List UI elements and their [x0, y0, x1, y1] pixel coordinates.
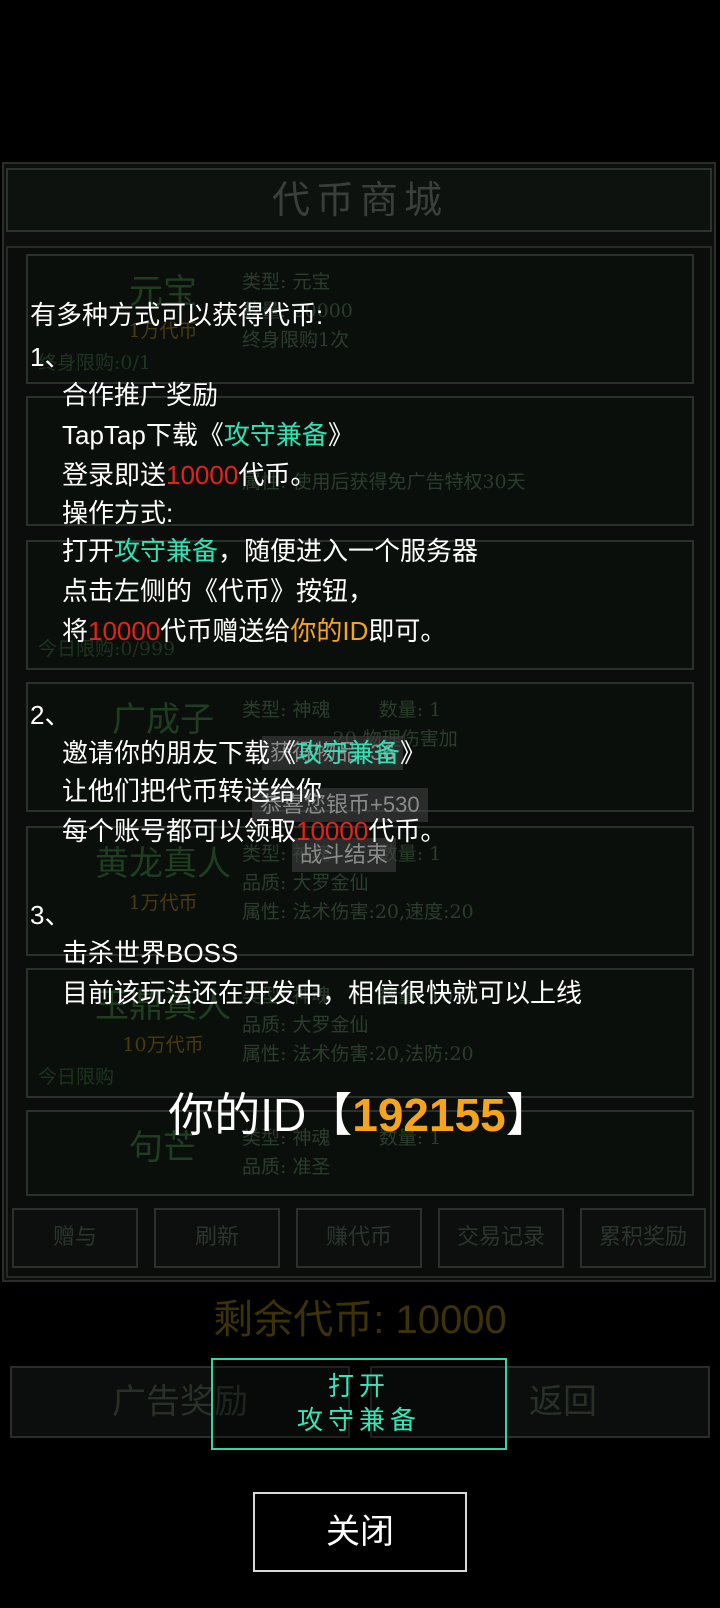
open-game-button[interactable]: 打开 攻守兼备 — [211, 1358, 507, 1450]
method-3-status: 目前该玩法还在开发中，相信很快就可以上线 — [62, 978, 583, 1008]
close-button[interactable]: 关闭 — [253, 1492, 467, 1572]
method-3-number: 3、 — [30, 900, 71, 930]
earn-tokens-dialog: 有多种方式可以获得代币: 1、 合作推广奖励 TapTap下载《攻守兼备》 登录… — [0, 0, 720, 1608]
method-2-number: 2、 — [30, 700, 71, 730]
method-1-step-gift: 将10000代币赠送给你的ID即可。 — [62, 616, 447, 646]
player-id-display: 你的ID【192155】 — [168, 1089, 552, 1141]
method-1-title: 合作推广奖励 — [62, 380, 219, 410]
method-1-how-to: 操作方式: — [62, 498, 174, 528]
method-2-transfer: 让他们把代币转送给你 — [62, 776, 323, 806]
method-2-invite: 邀请你的朋友下载《攻守兼备》 — [62, 738, 427, 768]
method-1-step-click: 点击左侧的《代币》按钮， — [62, 576, 375, 606]
method-1-number: 1、 — [30, 342, 71, 372]
method-2-claim: 每个账号都可以领取10000代币。 — [62, 816, 447, 846]
player-id-value: 192155 — [352, 1089, 506, 1141]
method-1-login-reward: 登录即送10000代币。 — [62, 460, 317, 490]
method-1-download-line: TapTap下载《攻守兼备》 — [62, 420, 354, 450]
open-game-label-1: 打开 — [327, 1372, 390, 1402]
method-3-world-boss: 击杀世界BOSS — [62, 938, 239, 968]
method-1-step-open: 打开攻守兼备，随便进入一个服务器 — [62, 536, 479, 566]
dialog-intro: 有多种方式可以获得代币: — [30, 300, 324, 330]
open-game-label-2: 攻守兼备 — [296, 1406, 421, 1436]
